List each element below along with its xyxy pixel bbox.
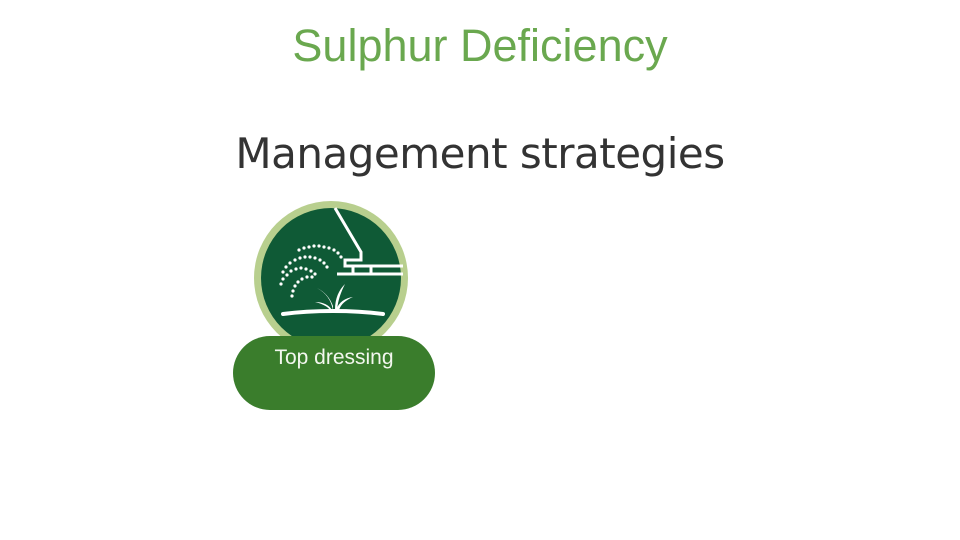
strategy-label: Top dressing: [233, 336, 435, 410]
top-dressing-icon: [253, 200, 409, 356]
page-title: Sulphur Deficiency: [292, 20, 668, 71]
strategy-card-top-dressing[interactable]: Top dressing: [233, 200, 435, 410]
section-heading: Management strategies: [235, 129, 725, 178]
slide: Sulphur Deficiency Management strategies: [0, 0, 960, 540]
